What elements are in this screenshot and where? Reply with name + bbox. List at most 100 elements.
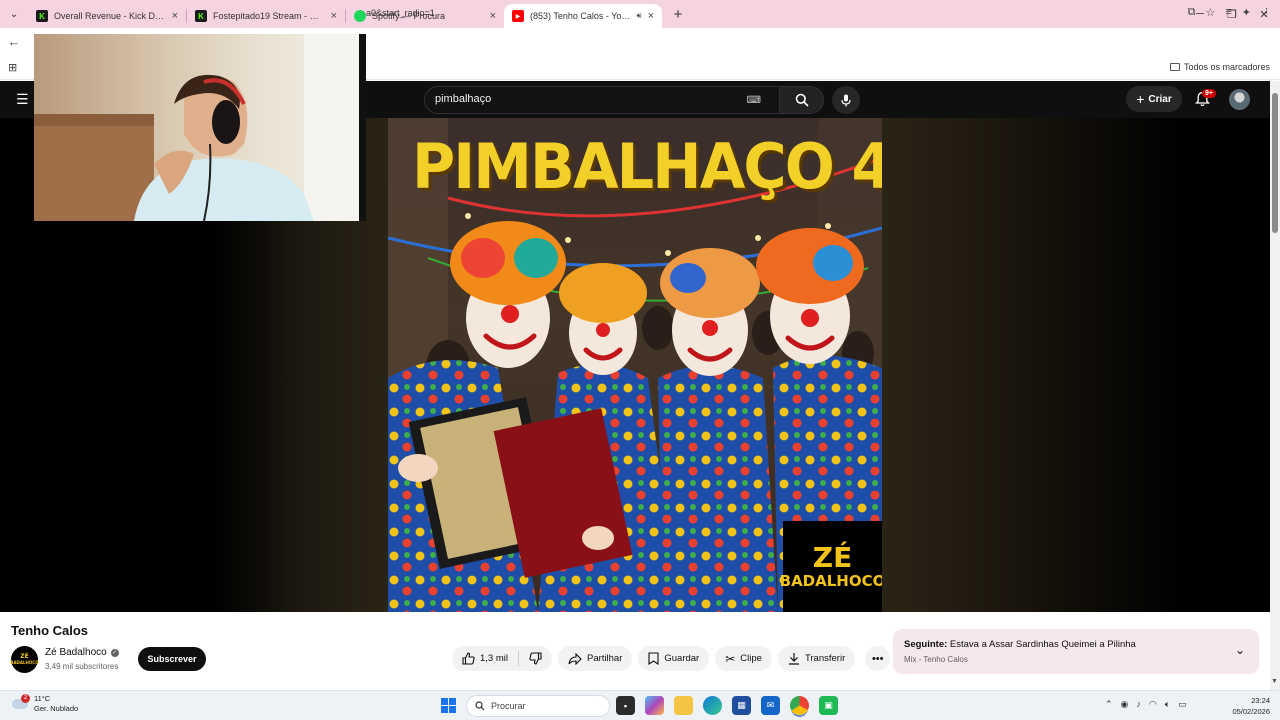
channel-name-row: Zé Badalhoco ✓ xyxy=(45,647,119,658)
search-icon xyxy=(795,93,809,107)
keyboard-icon[interactable]: ⌨ xyxy=(747,95,761,106)
scroll-down-arrow[interactable]: ▼ xyxy=(1271,678,1278,685)
microphone-icon xyxy=(841,94,851,106)
close-icon[interactable]: × xyxy=(648,10,654,22)
spotify-icon xyxy=(354,10,366,22)
clock-time: 23:24 xyxy=(1251,696,1270,705)
share-icon xyxy=(568,652,582,665)
verified-icon: ✓ xyxy=(110,648,119,657)
new-tab-button[interactable]: + xyxy=(666,2,690,26)
search-button[interactable] xyxy=(780,86,824,114)
windows-start-icon[interactable] xyxy=(441,698,456,713)
video-info: Tenho Calos ZÉ BADALHOCO Zé Badalhoco ✓ … xyxy=(0,612,1270,692)
edge-icon[interactable] xyxy=(703,696,722,715)
create-button[interactable]: + Criar xyxy=(1126,86,1182,112)
store-icon[interactable]: ▦ xyxy=(732,696,751,715)
webcam-overlay xyxy=(34,34,366,221)
menu-dots-icon[interactable]: ⋮ xyxy=(1261,6,1272,19)
like-dislike-group: 1,3 mil xyxy=(452,646,552,671)
page-scrollbar[interactable] xyxy=(1270,81,1280,691)
taskbar-search[interactable]: Procurar xyxy=(466,695,610,717)
bookmark-icon xyxy=(648,652,659,665)
mail-icon[interactable]: ✉ xyxy=(761,696,780,715)
tab-youtube[interactable]: ▶ (853) Tenho Calos - YouTub 🔊︎ × xyxy=(504,4,662,28)
save-button[interactable]: Guardar xyxy=(638,646,710,671)
tab-kick-dashboard[interactable]: K Overall Revenue - Kick Dashbo × xyxy=(28,4,186,28)
speaker-icon[interactable]: 🔊︎ xyxy=(637,11,642,21)
kick-app-icon[interactable]: ▣ xyxy=(819,696,838,715)
like-button[interactable]: 1,3 mil xyxy=(452,646,518,671)
cloud-icon: 2 xyxy=(12,694,30,709)
wifi-icon[interactable]: ◠ xyxy=(1149,699,1157,710)
album-art-artist: ZÉ BADALHOCO xyxy=(779,521,882,612)
clip-button[interactable]: ✂ Clipe xyxy=(715,646,772,671)
copilot-icon[interactable] xyxy=(645,696,664,715)
url-field[interactable]: a0&start_radio=1 xyxy=(366,8,435,18)
star-icon[interactable]: ☆ xyxy=(1205,6,1215,19)
dislike-button[interactable] xyxy=(519,646,552,671)
share-button[interactable]: Partilhar xyxy=(557,646,633,671)
thumbs-down-icon xyxy=(529,652,542,665)
file-explorer-icon[interactable] xyxy=(674,696,693,715)
account-avatar[interactable] xyxy=(1229,89,1250,110)
all-bookmarks[interactable]: Todos os marcadores xyxy=(1169,62,1270,72)
menu-icon[interactable]: ☰ xyxy=(16,92,30,106)
save-label: Guardar xyxy=(664,653,700,664)
channel-name[interactable]: Zé Badalhoco xyxy=(45,647,107,658)
close-icon[interactable]: × xyxy=(172,10,178,22)
taskbar: 2 11°C Ger. Nublado Procurar ▪ ▦ ✉ ▣ ⌃ ◉… xyxy=(0,690,1280,720)
apps-grid-icon[interactable]: ⊞ xyxy=(8,61,17,74)
search-icon xyxy=(475,701,485,711)
tab-kick-stream[interactable]: K Fostepitado19 Stream - Watch × xyxy=(187,4,345,28)
weather-desc: Ger. Nublado xyxy=(34,704,79,713)
volume-icon[interactable]: 🔈︎ xyxy=(1165,699,1170,710)
channel-avatar[interactable]: ZÉ BADALHOCO xyxy=(10,646,39,673)
task-view-icon[interactable]: ▪ xyxy=(616,696,635,715)
artist-logo-line1: ZÉ xyxy=(812,540,853,574)
all-bookmarks-label: Todos os marcadores xyxy=(1183,62,1270,72)
taskbar-search-placeholder: Procurar xyxy=(491,701,526,711)
weather-widget[interactable]: 2 11°C Ger. Nublado xyxy=(12,694,78,714)
extension-icon[interactable]: ✦ xyxy=(1242,6,1251,19)
download-button[interactable]: Transferir xyxy=(777,646,856,671)
kick-icon: K xyxy=(36,10,48,22)
folder-icon xyxy=(1169,63,1180,71)
chevron-up-icon[interactable]: ⌃ xyxy=(1105,699,1113,710)
security-icon[interactable]: ◉ xyxy=(1121,699,1129,710)
tab-search-dropdown[interactable]: ⌄ xyxy=(0,0,28,28)
up-next-panel[interactable]: Seguinte: Estava a Assar Sardinhas Queim… xyxy=(893,629,1259,674)
scrollbar-thumb[interactable] xyxy=(1272,93,1278,233)
album-art: PIMBALHAÇO 4 ZÉ BADALHOCO xyxy=(388,118,882,612)
close-icon[interactable]: × xyxy=(331,10,337,22)
up-next-subtitle: Mix - Tenho Calos xyxy=(904,655,968,664)
like-count: 1,3 mil xyxy=(480,653,508,664)
more-actions-button[interactable]: ••• xyxy=(865,646,891,671)
close-icon[interactable]: × xyxy=(490,10,496,22)
notification-badge: 9+ xyxy=(1202,89,1216,98)
tab-strip: ⌄ K Overall Revenue - Kick Dashbo × K Fo… xyxy=(0,0,1280,28)
search-input[interactable] xyxy=(435,93,735,105)
artist-logo-line2: BADALHOCO xyxy=(779,571,882,590)
clock-date: 05/02/2026 xyxy=(1232,707,1270,716)
chrome-icon[interactable] xyxy=(790,696,809,715)
video-actions: 1,3 mil Partilhar Guardar ✂ Clipe Transf… xyxy=(452,646,891,671)
create-label: Criar xyxy=(1148,93,1172,105)
kick-icon: K xyxy=(195,10,207,22)
mic-tray-icon[interactable]: ♪ xyxy=(1136,699,1141,710)
chevron-down-icon[interactable]: ⌄ xyxy=(1235,643,1245,657)
install-icon[interactable]: ⧉ xyxy=(1188,6,1196,19)
tab-title: (853) Tenho Calos - YouTub xyxy=(530,11,633,21)
system-tray: ⌃ ◉ ♪ ◠ 🔈︎ ▭ xyxy=(1105,699,1187,710)
battery-icon[interactable]: ▭ xyxy=(1178,699,1187,710)
album-art-title: PIMBALHAÇO 4 xyxy=(412,130,882,203)
subscribe-button[interactable]: Subscrever xyxy=(138,647,206,671)
back-button[interactable]: ← xyxy=(0,34,28,49)
up-next-title: Estava a Assar Sardinhas Queimei a Pilin… xyxy=(949,639,1136,650)
system-clock[interactable]: 23:24 05/02/2026 xyxy=(1226,695,1270,717)
clip-label: Clipe xyxy=(740,653,762,664)
voice-search-button[interactable] xyxy=(832,86,860,114)
address-bar-actions: ⧉ ☆ ≡ ✦ ⋮ xyxy=(1188,6,1272,19)
youtube-icon: ▶ xyxy=(512,10,524,22)
tab-title: Fostepitado19 Stream - Watch xyxy=(213,11,325,21)
media-controls-icon[interactable]: ≡ xyxy=(1225,6,1231,19)
